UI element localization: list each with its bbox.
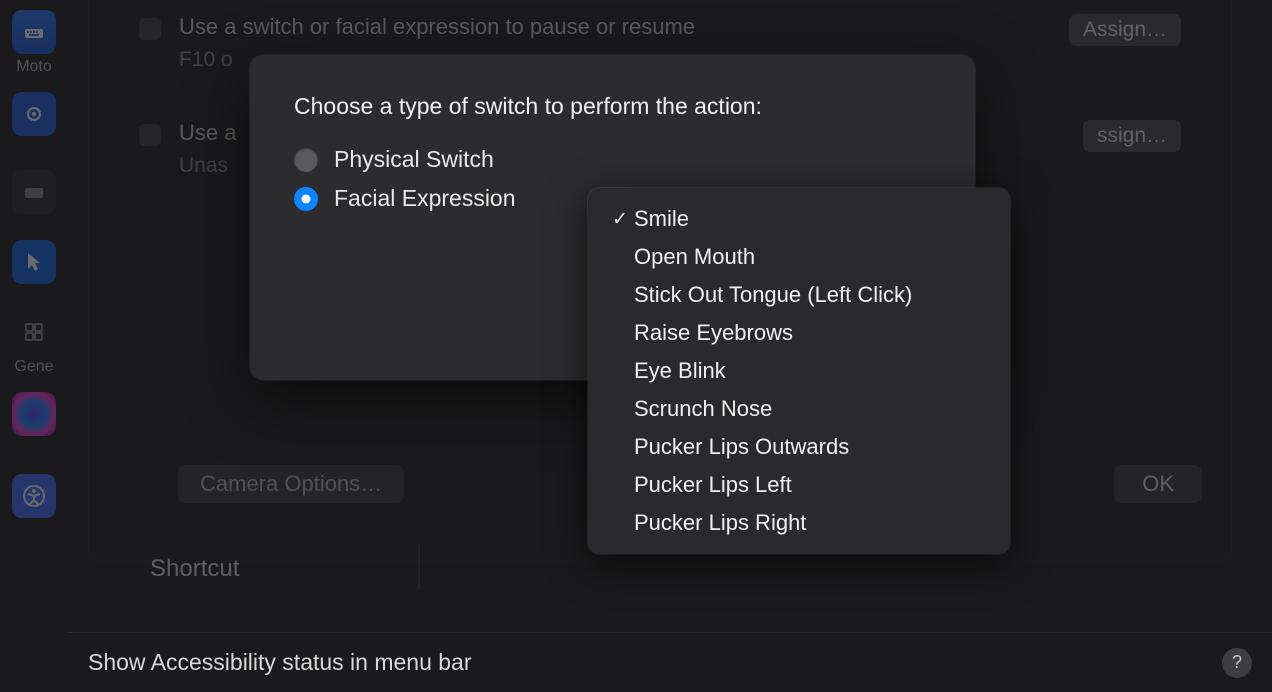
help-icon[interactable]: ?: [1222, 648, 1252, 678]
ok-button[interactable]: OK: [1114, 465, 1202, 503]
dropdown-item[interactable]: Pucker Lips Outwards: [594, 428, 1004, 466]
dropdown-item-label: Pucker Lips Outwards: [634, 434, 849, 460]
shortcut-label: Shortcut: [150, 555, 239, 583]
sidebar-icon-pointer-device[interactable]: [12, 92, 56, 136]
radio-label: Physical Switch: [334, 146, 494, 173]
checkbox-second[interactable]: [139, 124, 161, 146]
sidebar-icon-siri[interactable]: [12, 392, 56, 436]
dropdown-item[interactable]: Pucker Lips Left: [594, 466, 1004, 504]
footer-row: Show Accessibility status in menu bar ?: [68, 632, 1272, 692]
sidebar-icon-pointer[interactable]: [12, 240, 56, 284]
checkbox-pause-resume[interactable]: [139, 18, 161, 40]
sidebar: Moto Gene: [0, 0, 68, 692]
divider: [418, 545, 420, 590]
dropdown-item[interactable]: ✓Smile: [594, 200, 1004, 238]
check-icon: ✓: [606, 208, 634, 231]
dropdown-item[interactable]: Eye Blink: [594, 352, 1004, 390]
assign-button[interactable]: Assign…: [1069, 14, 1181, 46]
facial-expression-dropdown: ✓Smile Open Mouth Stick Out Tongue (Left C…: [588, 188, 1010, 554]
camera-options-button[interactable]: Camera Options…: [178, 465, 404, 503]
sidebar-icon-keyboard[interactable]: [12, 10, 56, 54]
radio-label: Facial Expression: [334, 185, 516, 212]
dropdown-item-label: Stick Out Tongue (Left Click): [634, 282, 912, 308]
sidebar-label-motor: Moto: [4, 58, 64, 76]
dropdown-item-label: Smile: [634, 206, 689, 232]
dropdown-item[interactable]: Raise Eyebrows: [594, 314, 1004, 352]
dropdown-item-label: Scrunch Nose: [634, 396, 772, 422]
assign-button-fragment[interactable]: ssign…: [1083, 120, 1181, 152]
sidebar-icon-grid[interactable]: [12, 310, 56, 354]
footer-text: Show Accessibility status in menu bar: [88, 649, 472, 676]
dropdown-item-label: Eye Blink: [634, 358, 726, 384]
dropdown-item-label: Open Mouth: [634, 244, 755, 270]
dropdown-item-label: Pucker Lips Left: [634, 472, 792, 498]
dialog-title: Choose a type of switch to perform the a…: [294, 93, 931, 120]
option-title: Use a switch or facial expression to pau…: [179, 14, 1049, 40]
radio-physical-switch[interactable]: Physical Switch: [294, 146, 931, 173]
dropdown-item[interactable]: Stick Out Tongue (Left Click): [594, 276, 1004, 314]
radio-icon: [294, 148, 318, 172]
sidebar-label-general: Gene: [4, 358, 64, 376]
dropdown-item[interactable]: Pucker Lips Right: [594, 504, 1004, 542]
dropdown-item-label: Pucker Lips Right: [634, 510, 806, 536]
dropdown-item[interactable]: Scrunch Nose: [594, 390, 1004, 428]
sidebar-icon-onscreen-keyboard[interactable]: [12, 170, 56, 214]
radio-icon-selected: [294, 187, 318, 211]
dropdown-item-label: Raise Eyebrows: [634, 320, 793, 346]
sidebar-icon-accessibility[interactable]: [12, 474, 56, 518]
dropdown-item[interactable]: Open Mouth: [594, 238, 1004, 276]
